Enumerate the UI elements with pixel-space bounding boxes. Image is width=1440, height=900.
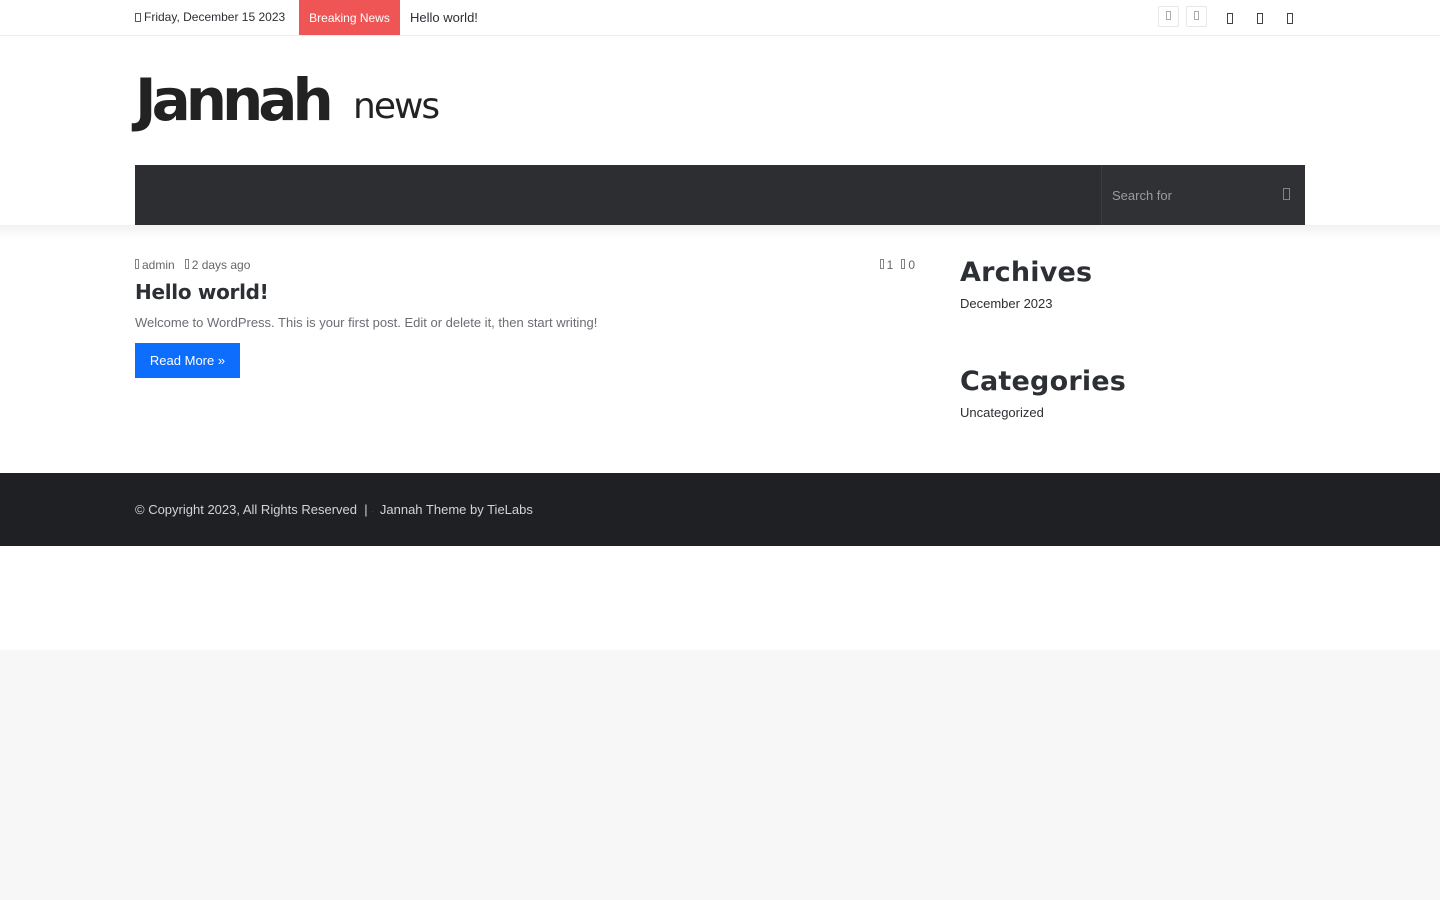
user-icon (135, 258, 139, 272)
site-logo[interactable]: Jannah news (135, 66, 440, 134)
clock-icon (184, 258, 189, 272)
theme-credit-link[interactable]: Jannah Theme by TieLabs (380, 502, 533, 517)
categories-widget-title: Categories (960, 366, 1127, 397)
search-icon (1282, 187, 1290, 203)
post-comments-count: 0 (908, 258, 915, 272)
post-date: 2 days ago (191, 258, 251, 272)
post-title-link[interactable]: Hello world! (135, 280, 269, 304)
breaking-news-item[interactable]: Hello world! (410, 10, 478, 25)
social-facebook-icon[interactable] (1225, 11, 1235, 25)
main-navigation (135, 165, 1305, 225)
calendar-icon (135, 12, 141, 23)
search-input[interactable] (1102, 165, 1272, 225)
footer-dot-icon: . (371, 505, 374, 514)
archives-widget-title: Archives (960, 257, 1093, 288)
post-excerpt: Welcome to WordPress. This is your first… (135, 315, 598, 330)
top-bar: Friday, December 15 2023 Breaking News H… (0, 0, 1440, 36)
chevron-right-icon (1194, 11, 1199, 22)
category-link-uncategorized[interactable]: Uncategorized (960, 405, 1044, 420)
search-form (1101, 165, 1305, 225)
nav-shadow (0, 225, 1440, 239)
site-footer: © Copyright 2023, All Rights Reserved | … (0, 473, 1440, 546)
ticker-prev-button[interactable] (1158, 6, 1179, 27)
date-text: Friday, December 15 2023 (144, 10, 286, 24)
footer-separator: | (364, 502, 368, 517)
copyright-text: © Copyright 2023, All Rights Reserved (135, 502, 358, 517)
ticker-next-button[interactable] (1186, 6, 1207, 27)
read-more-button[interactable]: Read More » (135, 343, 240, 378)
post-stats: 1 0 (879, 258, 915, 272)
search-button[interactable] (1279, 187, 1293, 203)
logo-sub-text: news (353, 86, 440, 127)
social-youtube-icon[interactable] (1285, 11, 1295, 25)
logo-main-text: Jannah (135, 66, 334, 134)
comments-icon (879, 258, 884, 272)
post-views-count: 1 (886, 258, 894, 272)
eye-icon (901, 258, 906, 272)
page: Friday, December 15 2023 Breaking News H… (0, 0, 1440, 650)
post-meta: admin 2 days ago (135, 258, 250, 272)
post-author-link[interactable]: admin (142, 258, 175, 272)
current-date: Friday, December 15 2023 (135, 10, 285, 24)
footer-copyright: © Copyright 2023, All Rights Reserved | … (135, 502, 533, 517)
social-twitter-icon[interactable] (1255, 11, 1265, 25)
chevron-left-icon (1166, 11, 1171, 22)
breaking-news-label: Breaking News (299, 0, 400, 35)
archive-link-december-2023[interactable]: December 2023 (960, 296, 1053, 311)
